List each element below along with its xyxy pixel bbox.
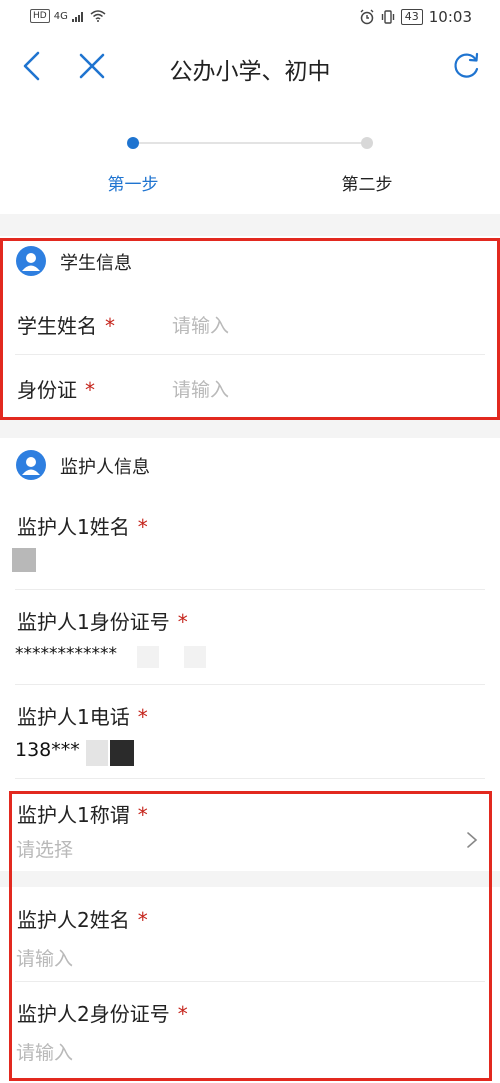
required-mark: * [137, 515, 148, 539]
user-icon [16, 450, 46, 480]
step1-dot [127, 137, 139, 149]
guardian1-name-label: 监护人1姓名 [17, 515, 130, 539]
guardian1-phone-value[interactable]: 138*** [15, 739, 80, 761]
step-indicator: 第一步 第二步 [0, 98, 500, 214]
redacted-value [12, 548, 36, 572]
alarm-icon [360, 9, 374, 25]
guardian1-id-value[interactable]: ************ [15, 644, 117, 664]
refresh-icon[interactable] [450, 50, 482, 82]
guardian1-phone-row[interactable]: 监护人1电话 * 138*** [0, 685, 500, 778]
vibrate-icon [381, 10, 394, 24]
step1-label: 第一步 [107, 175, 159, 195]
redacted-value [184, 646, 206, 668]
guardian1-id-label: 监护人1身份证号 [17, 610, 170, 634]
guardian1-id-row[interactable]: 监护人1身份证号 * ************ [0, 590, 500, 684]
battery-icon: 43 [400, 9, 423, 25]
network-type: 4G [53, 10, 68, 22]
required-mark: * [177, 610, 188, 634]
redacted-value [110, 740, 134, 766]
status-bar: HD 4G 43 10:03 [0, 0, 500, 36]
step2-dot [361, 137, 373, 149]
step-line [133, 142, 367, 144]
redacted-value [86, 740, 108, 766]
highlight-box-guardian [9, 791, 492, 1081]
highlight-box-student [0, 238, 500, 420]
field-label: 监护人1身份证号 * [17, 606, 188, 635]
row-divider [15, 778, 485, 779]
field-label: 监护人1姓名 * [17, 511, 148, 540]
step2-label: 第二步 [341, 175, 393, 195]
guardian-section-title: 监护人信息 [60, 457, 150, 478]
required-mark: * [137, 705, 148, 729]
redacted-value [137, 646, 159, 668]
guardian-section-header: 监护人信息 [0, 442, 500, 488]
guardian1-phone-label: 监护人1电话 [17, 705, 130, 729]
signal-icon [71, 12, 83, 22]
field-label: 监护人1电话 * [17, 701, 148, 730]
status-right: 43 10:03 [359, 8, 472, 26]
guardian1-name-row[interactable]: 监护人1姓名 * [0, 495, 500, 589]
page-title: 公办小学、初中 [169, 59, 331, 85]
nav-bar: 公办小学、初中 [0, 36, 500, 98]
section-divider [0, 214, 500, 236]
section-divider [0, 420, 500, 438]
status-time: 10:03 [428, 8, 472, 26]
status-left: HD 4G [30, 9, 106, 23]
hd-badge: HD [30, 9, 50, 23]
wifi-icon [90, 10, 106, 22]
